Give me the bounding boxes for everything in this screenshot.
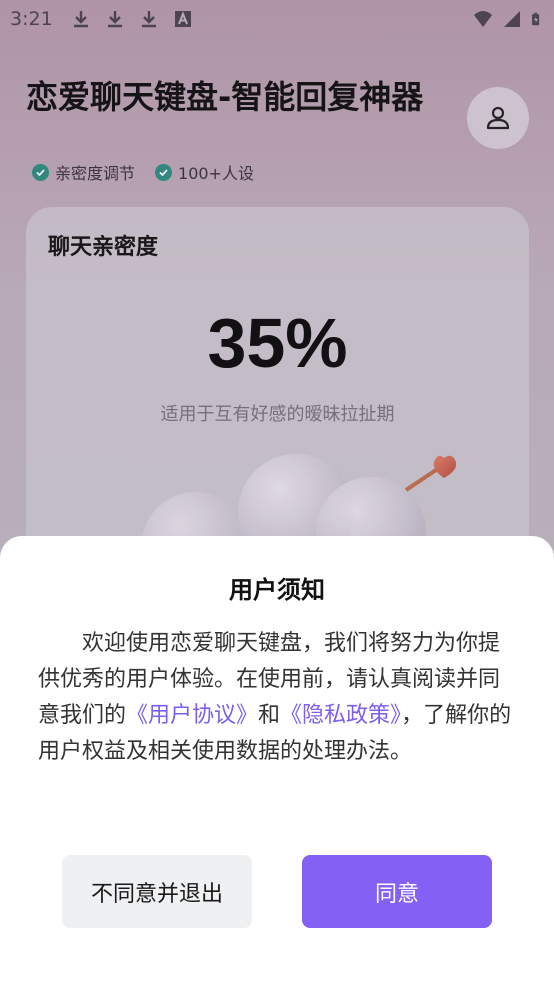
- agree-button[interactable]: 同意: [302, 855, 492, 928]
- privacy-policy-link[interactable]: 《隐私政策》: [280, 703, 401, 728]
- user-notice-dialog: 用户须知 欢迎使用恋爱聊天键盘，我们将努力为你提供优秀的用户体验。在使用前，请认…: [0, 536, 554, 984]
- app-screen: 3:21 恋爱聊天键盘-智能回复神器 亲密度调节 100+人设 聊天亲密度 35…: [0, 0, 554, 984]
- dialog-body: 欢迎使用恋爱聊天键盘，我们将努力为你提供优秀的用户体验。在使用前，请认真阅读并同…: [38, 626, 516, 770]
- body-and: 和: [258, 703, 281, 728]
- decline-exit-button[interactable]: 不同意并退出: [62, 855, 252, 928]
- user-agreement-link[interactable]: 《用户协议》: [126, 703, 258, 728]
- dialog-title: 用户须知: [229, 576, 325, 604]
